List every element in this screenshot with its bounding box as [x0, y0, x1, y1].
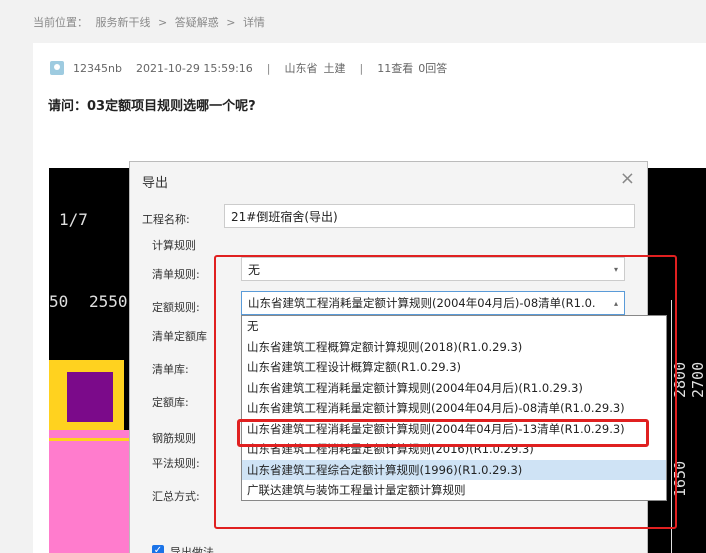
cad-pink-block [49, 430, 131, 553]
post-category: 土建 [323, 62, 346, 75]
cad-label: 2700 [689, 361, 706, 398]
breadcrumb-separator: > [226, 16, 236, 29]
breadcrumb-link-service[interactable]: 服务新干线 [96, 16, 151, 29]
list-rule-label: 清单规则: [152, 268, 200, 281]
highlight-box-outer [214, 255, 677, 529]
question-title: 请问：03定额项目规则选哪一个呢? [48, 99, 256, 114]
close-icon[interactable]: × [620, 168, 635, 189]
rebar-group: 钢筋规则 [150, 430, 198, 446]
summary-label: 汇总方式: [152, 490, 200, 503]
project-name-input[interactable]: 21#倒班宿舍(导出) [224, 204, 635, 228]
export-checkbox-label: 导出做法 [170, 546, 214, 553]
post-views: 11查看 [377, 62, 414, 75]
breadcrumb-prefix: 当前位置： [33, 16, 88, 29]
quota-rule-label: 定额规则: [152, 301, 200, 314]
cad-label: 1/7 [59, 210, 88, 229]
meta-separator: | [266, 61, 271, 75]
flat-rule-label: 平法规则: [152, 457, 200, 470]
avatar[interactable] [50, 61, 64, 75]
project-name-label: 工程名称: [142, 213, 190, 226]
highlight-box-option [237, 419, 649, 447]
project-name-value: 21#倒班宿舍(导出) [231, 209, 338, 224]
calc-rules-group: 计算规则 [150, 237, 198, 253]
post-region: 山东省 [284, 62, 318, 75]
post-answers: 0回答 [418, 62, 448, 75]
post-datetime: 2021-10-29 15:59:16 [135, 61, 253, 75]
export-checkbox[interactable]: ✓ [152, 545, 164, 553]
meta-separator: | [359, 61, 364, 75]
breadcrumb-current: 详情 [242, 16, 265, 29]
cad-label: 2550 [89, 292, 128, 311]
cad-purple-block [67, 372, 113, 422]
list-quota-group: 清单定额库 [150, 328, 209, 344]
dialog-title: 导出 [142, 176, 169, 191]
post-meta: 12345nb 2021-10-29 15:59:16 | 山东省 土建 | 1… [50, 60, 447, 76]
post-card: 12345nb 2021-10-29 15:59:16 | 山东省 土建 | 1… [33, 43, 706, 553]
breadcrumb: 当前位置： 服务新干线 > 答疑解惑 > 详情 [33, 14, 269, 30]
cad-label: 50 [49, 292, 69, 311]
breadcrumb-link-qa[interactable]: 答疑解惑 [175, 16, 219, 29]
post-user[interactable]: 12345nb [73, 62, 122, 75]
quota-lib-label: 定额库: [152, 396, 189, 409]
list-lib-label: 清单库: [152, 363, 189, 376]
cad-yellow-line [49, 438, 131, 441]
question-screenshot: 1/7 50 2550 2800 1650 2700 导出 × 工程名称: 21… [49, 140, 706, 553]
breadcrumb-separator: > [158, 16, 168, 29]
